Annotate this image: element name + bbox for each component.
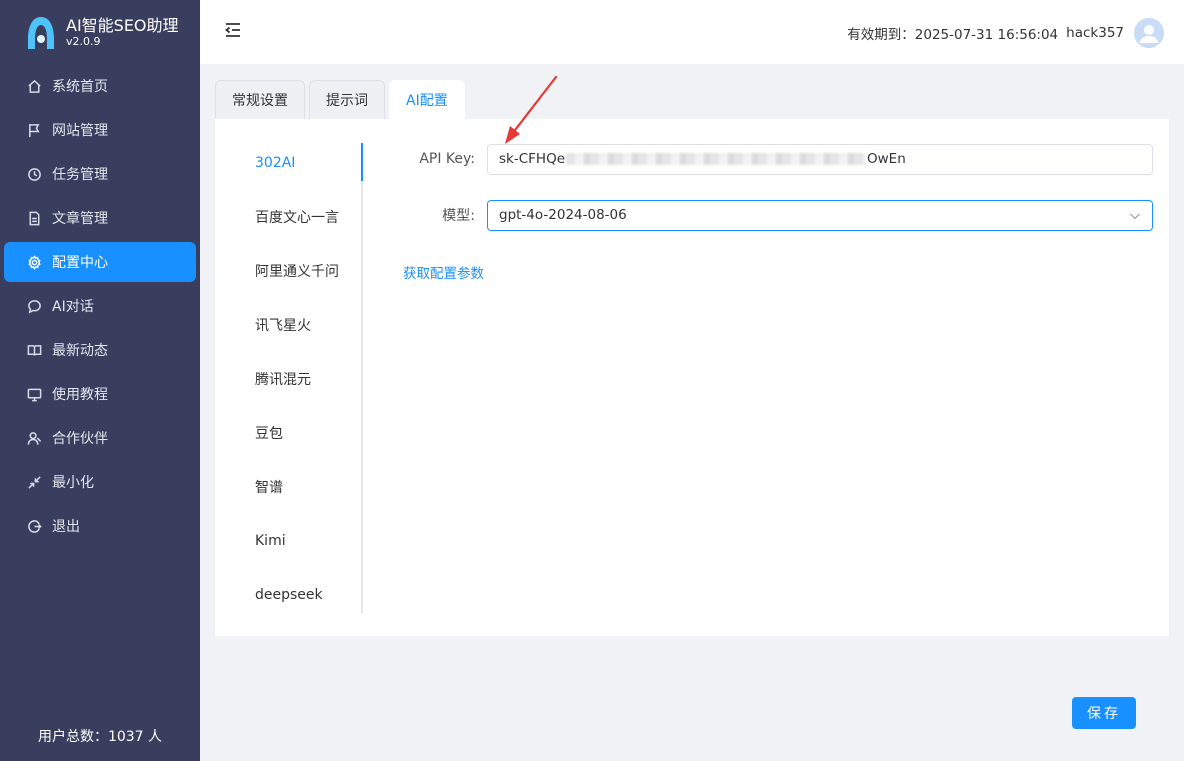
header-user-info: 有效期到：2025-07-31 16:56:04 hack357 xyxy=(847,17,1164,49)
provider-tab-deepseek[interactable]: deepseek xyxy=(255,575,323,615)
provider-tab-tencent[interactable]: 腾讯混元 xyxy=(255,359,311,399)
sidebar-item-logout[interactable]: 退出 xyxy=(4,506,196,546)
api-key-prefix: sk-CFHQe xyxy=(499,151,565,167)
provider-tab-zhipu[interactable]: 智谱 xyxy=(255,467,283,507)
api-key-suffix: OwEn xyxy=(867,151,906,167)
user-count: 用户总数：1037 人 xyxy=(37,729,163,745)
flag-icon xyxy=(26,122,42,138)
sidebar-item-tutorial[interactable]: 使用教程 xyxy=(4,374,196,414)
book-icon xyxy=(26,342,42,358)
app-title: AI智能SEO助理 xyxy=(66,16,179,36)
sidebar-item-label: 最小化 xyxy=(52,475,94,491)
sidebar: AI智能SEO助理 v2.0.9 系统首页 网站管理 任务管理 文章管理 配置中… xyxy=(0,0,200,761)
provider-tab-302ai[interactable]: 302AI xyxy=(255,143,295,183)
sidebar-item-label: 合作伙伴 xyxy=(52,431,108,447)
provider-tab-xunfei[interactable]: 讯飞星火 xyxy=(255,305,311,345)
model-label: 模型: xyxy=(442,208,475,224)
provider-tab-baidu[interactable]: 百度文心一言 xyxy=(255,197,339,237)
settings-tabs: 常规设置 提示词 AI配置 xyxy=(215,80,469,119)
sidebar-item-partners[interactable]: 合作伙伴 xyxy=(4,418,196,458)
sidebar-nav: 系统首页 网站管理 任务管理 文章管理 配置中心 AI对话 最新动态 使用教程 xyxy=(0,66,200,550)
brand: AI智能SEO助理 v2.0.9 xyxy=(24,14,179,52)
model-value: gpt-4o-2024-08-06 xyxy=(499,207,627,223)
model-select[interactable]: gpt-4o-2024-08-06 xyxy=(487,199,1153,231)
provider-tab-aliyun[interactable]: 阿里通义千问 xyxy=(255,251,339,291)
tab-ai-config[interactable]: AI配置 xyxy=(389,80,465,119)
expiry-date: 有效期到：2025-07-31 16:56:04 xyxy=(847,27,1059,43)
api-key-input[interactable]: sk-CFHQe OwEn xyxy=(487,143,1153,175)
sidebar-item-sites[interactable]: 网站管理 xyxy=(4,110,196,150)
tab-prompts[interactable]: 提示词 xyxy=(309,80,385,119)
save-button[interactable]: 保存 xyxy=(1072,697,1136,729)
sidebar-item-label: 文章管理 xyxy=(52,211,108,227)
model-row: 模型: gpt-4o-2024-08-06 xyxy=(393,199,1153,231)
sidebar-item-tasks[interactable]: 任务管理 xyxy=(4,154,196,194)
api-key-label: API Key: xyxy=(419,151,475,167)
logout-icon xyxy=(26,518,42,534)
sidebar-item-label: 网站管理 xyxy=(52,123,108,139)
clock-icon xyxy=(26,166,42,182)
sidebar-item-label: 任务管理 xyxy=(52,167,108,183)
sidebar-item-label: 最新动态 xyxy=(52,343,108,359)
chevron-down-icon xyxy=(1128,209,1142,223)
provider-tab-doubao[interactable]: 豆包 xyxy=(255,413,283,453)
get-config-params-link[interactable]: 获取配置参数 xyxy=(403,262,484,282)
app-version: v2.0.9 xyxy=(66,34,101,48)
app-logo-icon xyxy=(28,17,54,49)
monitor-icon xyxy=(26,386,42,402)
sidebar-item-minimize[interactable]: 最小化 xyxy=(4,462,196,502)
top-header: 有效期到：2025-07-31 16:56:04 hack357 xyxy=(200,0,1184,64)
minimize-icon xyxy=(26,474,42,490)
username[interactable]: hack357 xyxy=(1066,25,1124,41)
gear-icon xyxy=(26,254,42,270)
sidebar-item-label: 使用教程 xyxy=(52,387,108,403)
provider-tabs: 302AI 百度文心一言 阿里通义千问 讯飞星火 腾讯混元 豆包 智谱 Kimi… xyxy=(215,143,363,613)
sidebar-item-label: 退出 xyxy=(52,519,80,535)
partner-icon xyxy=(26,430,42,446)
sidebar-item-label: 系统首页 xyxy=(52,79,108,95)
sidebar-item-news[interactable]: 最新动态 xyxy=(4,330,196,370)
provider-tab-kimi[interactable]: Kimi xyxy=(255,521,286,561)
sidebar-item-home[interactable]: 系统首页 xyxy=(4,66,196,106)
ai-config-panel: 302AI 百度文心一言 阿里通义千问 讯飞星火 腾讯混元 豆包 智谱 Kimi… xyxy=(215,119,1169,636)
home-icon xyxy=(26,78,42,94)
chat-icon xyxy=(26,298,42,314)
sidebar-item-config[interactable]: 配置中心 xyxy=(4,242,196,282)
collapse-menu-icon[interactable] xyxy=(224,21,244,41)
document-icon xyxy=(26,210,42,226)
api-key-row: API Key: sk-CFHQe OwEn xyxy=(393,143,1153,175)
sidebar-item-ai-chat[interactable]: AI对话 xyxy=(4,286,196,326)
active-tab-indicator xyxy=(361,143,363,181)
tab-general-settings[interactable]: 常规设置 xyxy=(215,80,305,119)
sidebar-item-label: 配置中心 xyxy=(52,255,108,271)
avatar[interactable] xyxy=(1134,18,1164,48)
sidebar-item-label: AI对话 xyxy=(52,299,94,315)
user-avatar-icon xyxy=(1134,18,1164,48)
redacted-key xyxy=(566,153,866,165)
sidebar-item-articles[interactable]: 文章管理 xyxy=(4,198,196,238)
